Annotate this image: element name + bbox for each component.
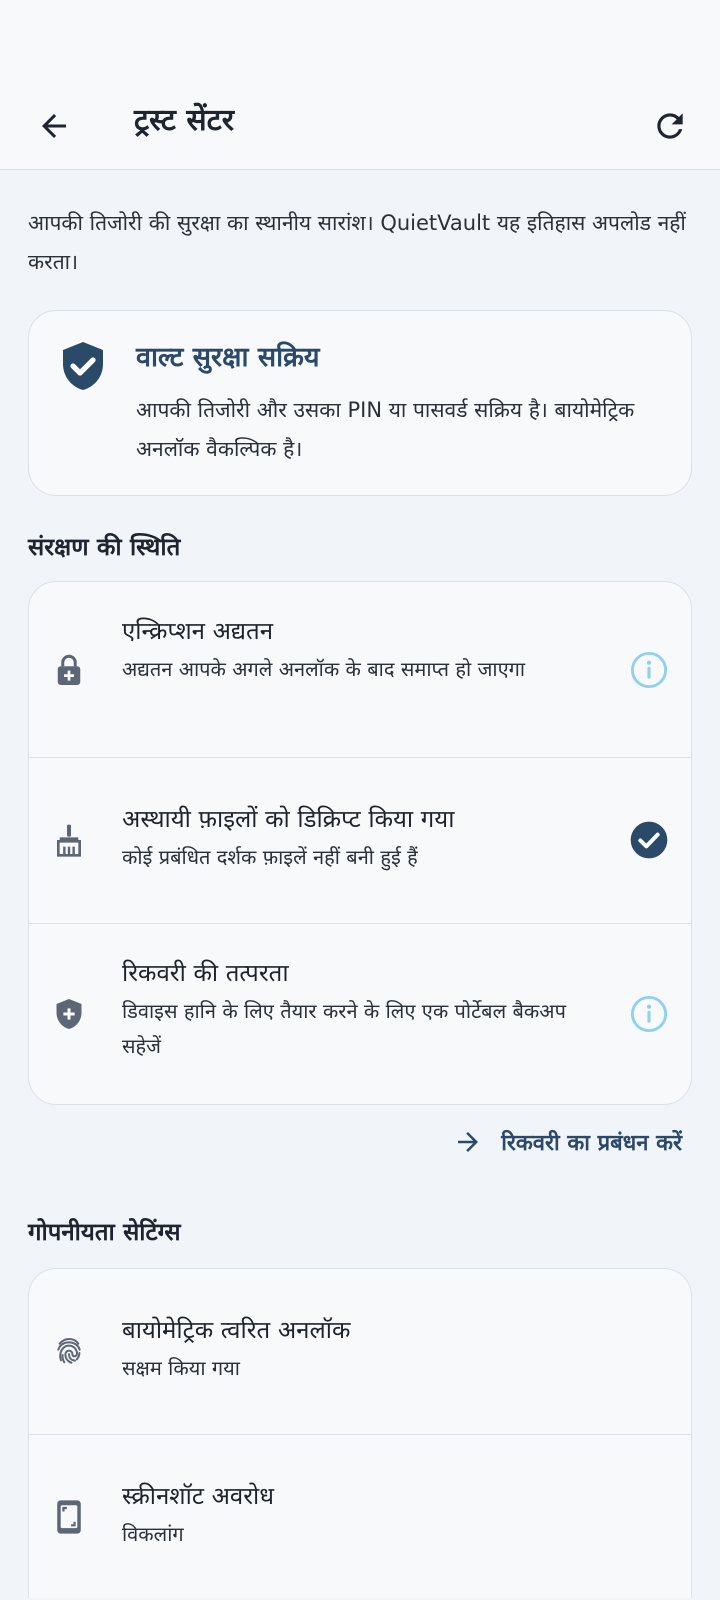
item-title: बायोमेट्रिक त्वरित अनलॉक — [122, 1316, 351, 1344]
item-subtitle: डिवाइस हानि के लिए तैयार करने के लिए एक … — [122, 999, 566, 1058]
item-title: रिकवरी की तत्परता — [122, 959, 289, 987]
privacy-settings-list: बायोमेट्रिक त्वरित अनलॉक सक्षम किया गया … — [28, 1268, 692, 1598]
refresh-button[interactable] — [644, 100, 696, 152]
item-title: एन्क्रिप्शन अद्यतन — [122, 617, 274, 645]
summary-title: वाल्ट सुरक्षा सक्रिय — [136, 342, 320, 373]
intro-text: आपकी तिजोरी की सुरक्षा का स्थानीय सारांश… — [28, 211, 686, 274]
item-title: स्क्रीनशॉट अवरोध — [122, 1482, 275, 1510]
list-item-biometric-unlock[interactable]: बायोमेट्रिक त्वरित अनलॉक सक्षम किया गया — [29, 1269, 691, 1435]
info-button[interactable] — [629, 994, 669, 1034]
info-button[interactable] — [629, 650, 669, 690]
list-item-temp-files[interactable]: अस्थायी फ़ाइलों को डिक्रिप्ट किया गया को… — [29, 758, 691, 924]
shield-plus-icon — [56, 999, 82, 1029]
item-subtitle: सक्षम किया गया — [122, 1356, 240, 1380]
screenshot-block-icon — [57, 1500, 81, 1534]
manage-recovery-label: रिकवरी का प्रबंधन करें — [501, 1131, 682, 1156]
manage-recovery-link[interactable]: रिकवरी का प्रबंधन करें — [28, 1127, 692, 1157]
status-indicator — [629, 820, 669, 860]
vault-security-summary-card: वाल्ट सुरक्षा सक्रिय आपकी तिजोरी और उसका… — [28, 310, 692, 496]
item-title: अस्थायी फ़ाइलों को डिक्रिप्ट किया गया — [122, 805, 455, 833]
refresh-icon — [657, 113, 683, 139]
item-subtitle: अद्यतन आपके अगले अनलॉक के बाद समाप्त हो … — [122, 657, 526, 681]
broom-icon — [57, 824, 81, 857]
fingerprint-icon — [57, 1337, 81, 1364]
info-icon — [630, 995, 668, 1033]
app-bar: ट्रस्ट सेंटर — [0, 76, 720, 170]
privacy-section-title: गोपनीयता सेटिंग्स — [28, 1218, 181, 1246]
list-item-screenshot-block[interactable]: स्क्रीनशॉट अवरोध विकलांग — [29, 1435, 691, 1599]
item-subtitle: विकलांग — [122, 1522, 184, 1546]
check-circle-icon — [630, 821, 668, 859]
arrow-forward-icon — [458, 1132, 479, 1152]
main-content: आपकी तिजोरी की सुरक्षा का स्थानीय सारांश… — [0, 204, 720, 1598]
shield-check-icon — [63, 342, 103, 390]
lock-icon — [57, 654, 81, 685]
back-button[interactable] — [30, 102, 78, 150]
status-bar — [0, 0, 720, 76]
protection-section-title: संरक्षण की स्थिति — [28, 533, 181, 561]
info-icon — [630, 651, 668, 689]
list-item-encryption-update[interactable]: एन्क्रिप्शन अद्यतन अद्यतन आपके अगले अनलॉ… — [29, 582, 691, 758]
page-title: ट्रस्ट सेंटर — [134, 103, 235, 138]
protection-status-list: एन्क्रिप्शन अद्यतन अद्यतन आपके अगले अनलॉ… — [28, 581, 692, 1105]
list-item-recovery-readiness[interactable]: रिकवरी की तत्परता डिवाइस हानि के लिए तैय… — [29, 924, 691, 1104]
item-subtitle: कोई प्रबंधित दर्शक फ़ाइलें नहीं बनी हुई … — [122, 845, 418, 869]
summary-body: आपकी तिजोरी और उसका PIN या पासवर्ड सक्रि… — [136, 398, 635, 461]
arrow-back-icon — [42, 114, 66, 138]
